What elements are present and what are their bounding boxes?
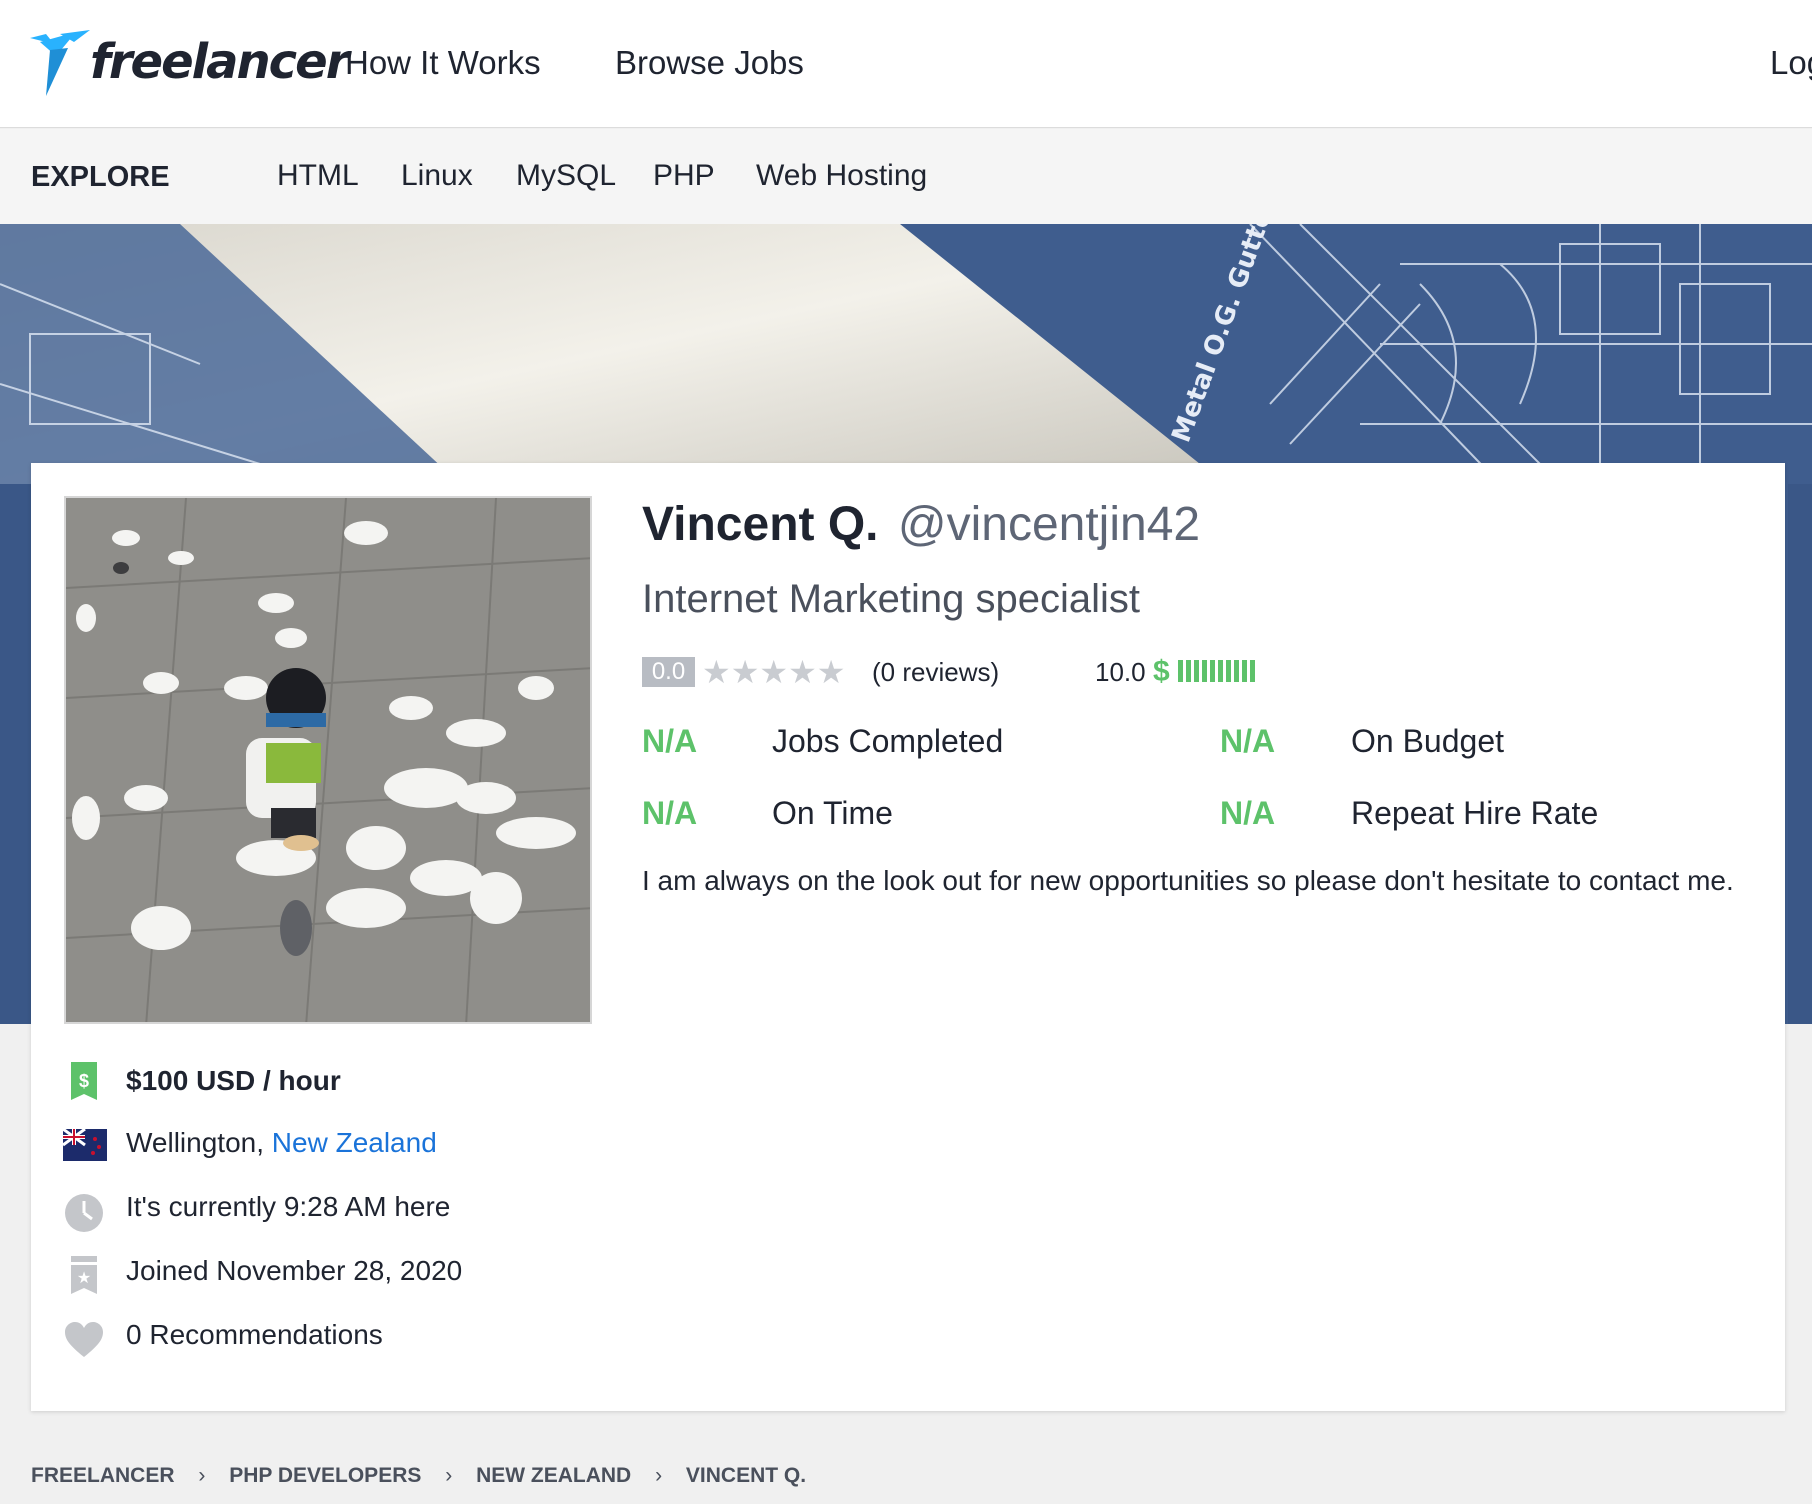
stat-jobs-completed-value: N/A bbox=[642, 723, 698, 759]
freelancer-logo[interactable]: freelancer bbox=[30, 30, 349, 98]
location-country-link[interactable]: New Zealand bbox=[272, 1127, 437, 1158]
explore-link-linux[interactable]: Linux bbox=[401, 159, 473, 193]
money-tag-icon: $ bbox=[71, 1062, 97, 1100]
local-time: It's currently 9:28 AM here bbox=[126, 1191, 451, 1222]
top-navigation: freelancer How It Works Browse Jobs Log bbox=[0, 0, 1812, 128]
svg-text:$: $ bbox=[79, 1071, 89, 1091]
stat-on-budget-value: N/A bbox=[1220, 723, 1276, 759]
breadcrumb: FREELANCER › PHP DEVELOPERS › NEW ZEALAN… bbox=[31, 1464, 806, 1488]
nav-how-it-works[interactable]: How It Works bbox=[345, 44, 541, 82]
stat-on-budget-label: On Budget bbox=[1351, 723, 1504, 759]
svg-text:★: ★ bbox=[77, 1268, 91, 1287]
profile-tagline: Internet Marketing specialist bbox=[642, 577, 1141, 621]
heart-icon bbox=[65, 1322, 103, 1357]
earnings-score: 10.0 bbox=[1095, 657, 1146, 687]
breadcrumb-item-freelancer[interactable]: FREELANCER bbox=[31, 1464, 175, 1488]
explore-title: EXPLORE bbox=[31, 161, 170, 193]
brand-wordmark: freelancer bbox=[90, 34, 349, 90]
stat-repeat-hire-label: Repeat Hire Rate bbox=[1351, 795, 1599, 831]
nz-flag-icon bbox=[63, 1129, 107, 1161]
stat-repeat-hire-value: N/A bbox=[1220, 795, 1276, 831]
reviews-count[interactable]: (0 reviews) bbox=[872, 657, 999, 688]
avatar-photo bbox=[66, 498, 590, 1022]
explore-bar: EXPLORE HTML Linux MySQL PHP Web Hosting bbox=[0, 129, 1812, 224]
chevron-right-icon: › bbox=[655, 1464, 663, 1487]
location-city: Wellington, bbox=[126, 1127, 272, 1158]
stat-jobs-completed-label: Jobs Completed bbox=[772, 723, 1004, 759]
breadcrumb-item-php-developers[interactable]: PHP DEVELOPERS bbox=[229, 1464, 421, 1488]
clock-icon bbox=[65, 1194, 103, 1232]
joined-date: Joined November 28, 2020 bbox=[126, 1255, 463, 1286]
breadcrumb-item-new-zealand[interactable]: NEW ZEALAND bbox=[476, 1464, 631, 1488]
explore-link-web-hosting[interactable]: Web Hosting bbox=[756, 159, 927, 193]
earnings-dollar-icon: $ bbox=[1153, 655, 1170, 688]
chevron-right-icon: › bbox=[445, 1464, 453, 1487]
explore-link-php[interactable]: PHP bbox=[653, 159, 715, 193]
hourly-rate: $100 USD / hour bbox=[126, 1065, 341, 1096]
profile-card: Vincent Q. @vincentjin42 Internet Market… bbox=[31, 463, 1785, 1411]
rating-score-badge: 0.0 bbox=[642, 657, 695, 687]
profile-avatar bbox=[64, 496, 592, 1024]
explore-link-html[interactable]: HTML bbox=[277, 159, 359, 193]
explore-link-mysql[interactable]: MySQL bbox=[516, 159, 616, 193]
star-rating-icon: ★★★★★ bbox=[702, 654, 846, 690]
stat-on-time-value: N/A bbox=[642, 795, 698, 831]
freelancer-bird-icon bbox=[30, 30, 90, 96]
profile-name: Vincent Q. @vincentjin42 bbox=[642, 497, 1200, 552]
rating-row: 0.0 ★★★★★ (0 reviews) 10.0 $ bbox=[642, 655, 1342, 689]
username-handle: @vincentjin42 bbox=[897, 498, 1201, 551]
stat-on-time-label: On Time bbox=[772, 795, 893, 831]
nav-login[interactable]: Log bbox=[1770, 44, 1812, 82]
recommendations-count: 0 Recommendations bbox=[126, 1319, 383, 1350]
display-name: Vincent Q. bbox=[642, 498, 879, 551]
location: Wellington, New Zealand bbox=[126, 1127, 437, 1159]
nav-browse-jobs[interactable]: Browse Jobs bbox=[615, 44, 804, 82]
badge-star-icon: ★ bbox=[71, 1256, 97, 1294]
earnings-bar-meter bbox=[1178, 660, 1258, 684]
profile-about: I am always on the look out for new oppo… bbox=[642, 865, 1734, 896]
breadcrumb-item-current: VINCENT Q. bbox=[685, 1464, 807, 1487]
chevron-right-icon: › bbox=[198, 1464, 206, 1487]
